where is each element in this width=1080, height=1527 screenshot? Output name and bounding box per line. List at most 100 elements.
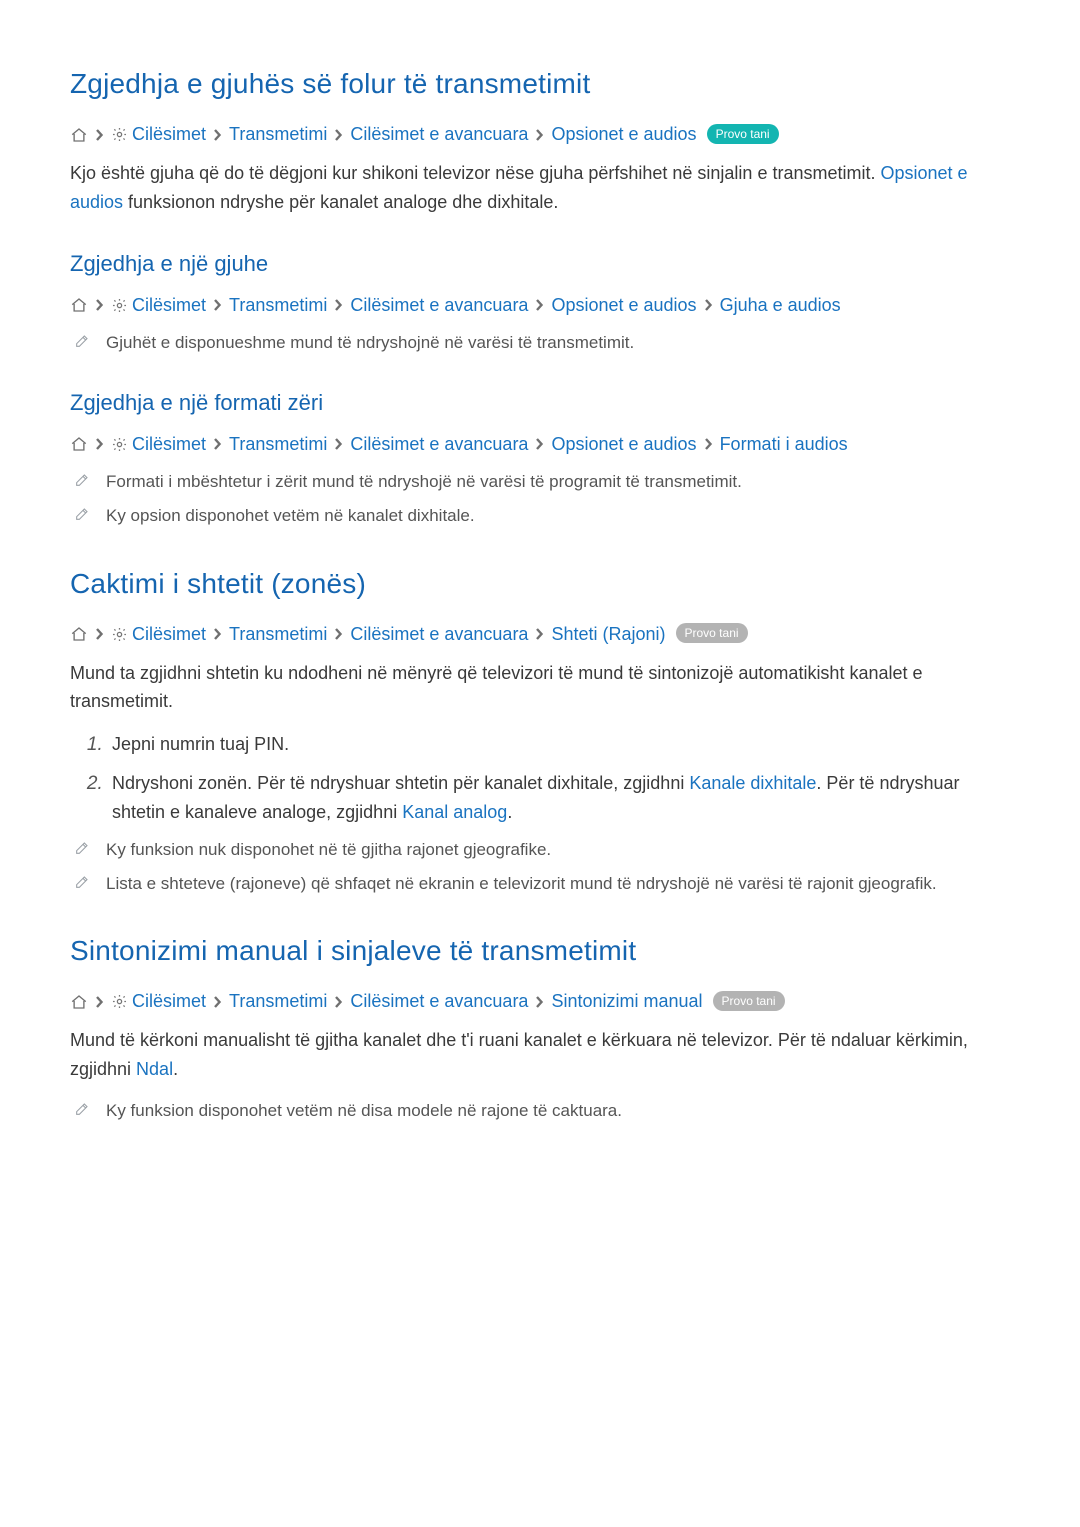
chevron-right-icon: [212, 297, 223, 313]
gear-icon: [111, 297, 128, 314]
breadcrumb-item[interactable]: Transmetimi: [229, 991, 327, 1012]
chevron-right-icon: [333, 994, 344, 1010]
breadcrumb: Cilësimet Transmetimi Cilësimet e avancuar…: [70, 124, 1010, 145]
gear-icon: [111, 436, 128, 453]
breadcrumb-item[interactable]: Cilësimet e avancuara: [350, 124, 528, 145]
note-item: Gjuhët e disponueshme mund të ndryshojnë…: [70, 330, 1010, 356]
note-list: Ky funksion nuk disponohet në të gjitha …: [70, 837, 1010, 898]
breadcrumb: Cilësimet Transmetimi Cilësimet e avancuar…: [70, 624, 1010, 645]
note-item: Ky funksion disponohet vetëm në disa mod…: [70, 1098, 1010, 1124]
chevron-right-icon: [94, 297, 105, 313]
text: Mund ta zgjidhni shtetin ku ndodheni në …: [70, 663, 923, 712]
chevron-right-icon: [333, 297, 344, 313]
chevron-right-icon: [212, 994, 223, 1010]
chevron-right-icon: [534, 436, 545, 452]
chevron-right-icon: [534, 127, 545, 143]
chevron-right-icon: [333, 127, 344, 143]
body-text: Kjo është gjuha që do të dëgjoni kur shi…: [70, 159, 1010, 217]
note-text: Ky funksion disponohet vetëm në disa mod…: [106, 1101, 622, 1120]
breadcrumb: Cilësimet Transmetimi Cilësimet e avancuar…: [70, 991, 1010, 1012]
note-text: Lista e shteteve (rajoneve) që shfaqet n…: [106, 874, 937, 893]
section: Caktimi i shtetit (zonës) Cilësimet Transm…: [70, 568, 1010, 898]
text: Jepni numrin tuaj PIN.: [112, 734, 289, 754]
chevron-right-icon: [94, 994, 105, 1010]
gear-icon: [111, 993, 128, 1010]
body-text: Mund të kërkoni manualisht të gjitha kan…: [70, 1026, 1010, 1084]
steps-list: Jepni numrin tuaj PIN.Ndryshoni zonën. P…: [70, 730, 1010, 826]
breadcrumb-item[interactable]: Cilësimet: [132, 434, 206, 455]
inline-link[interactable]: Ndal: [136, 1059, 173, 1079]
gear-icon: [111, 626, 128, 643]
text: .: [173, 1059, 178, 1079]
gear-icon: [111, 126, 128, 143]
breadcrumb-item[interactable]: Shteti (Rajoni): [551, 624, 665, 645]
note-list: Ky funksion disponohet vetëm në disa mod…: [70, 1098, 1010, 1124]
section-title: Zgjedhja e gjuhës së folur të transmetim…: [70, 68, 1010, 100]
inline-link[interactable]: Kanal analog: [402, 802, 507, 822]
section-title: Caktimi i shtetit (zonës): [70, 568, 1010, 600]
note-item: Lista e shteteve (rajoneve) që shfaqet n…: [70, 871, 1010, 897]
chevron-right-icon: [703, 436, 714, 452]
note-text: Ky funksion nuk disponohet në të gjitha …: [106, 840, 551, 859]
breadcrumb-item[interactable]: Gjuha e audios: [720, 295, 841, 316]
inline-link[interactable]: Kanale dixhitale: [689, 773, 816, 793]
home-icon: [70, 296, 88, 314]
chevron-right-icon: [534, 297, 545, 313]
chevron-right-icon: [212, 626, 223, 642]
text: Kjo është gjuha që do të dëgjoni kur shi…: [70, 163, 880, 183]
chevron-right-icon: [94, 436, 105, 452]
note-item: Ky funksion nuk disponohet në të gjitha …: [70, 837, 1010, 863]
home-icon: [70, 993, 88, 1011]
breadcrumb-item[interactable]: Cilësimet: [132, 295, 206, 316]
text: Mund të kërkoni manualisht të gjitha kan…: [70, 1030, 968, 1079]
note-item: Formati i mbështetur i zërit mund të ndr…: [70, 469, 1010, 495]
home-icon: [70, 625, 88, 643]
note-text: Formati i mbështetur i zërit mund të ndr…: [106, 472, 742, 491]
breadcrumb-item[interactable]: Cilësimet e avancuara: [350, 295, 528, 316]
breadcrumb-item[interactable]: Transmetimi: [229, 434, 327, 455]
chevron-right-icon: [94, 626, 105, 642]
text: .: [507, 802, 512, 822]
chevron-right-icon: [534, 994, 545, 1010]
breadcrumb-item[interactable]: Cilësimet: [132, 124, 206, 145]
breadcrumb-item[interactable]: Opsionet e audios: [551, 124, 696, 145]
breadcrumb-item[interactable]: Sintonizimi manual: [551, 991, 702, 1012]
chevron-right-icon: [703, 297, 714, 313]
section: Sintonizimi manual i sinjaleve të transm…: [70, 935, 1010, 1124]
chevron-right-icon: [212, 436, 223, 452]
breadcrumb-item[interactable]: Transmetimi: [229, 624, 327, 645]
note-list: Gjuhët e disponueshme mund të ndryshojnë…: [70, 330, 1010, 356]
step-item: Jepni numrin tuaj PIN.: [108, 730, 1010, 759]
chevron-right-icon: [534, 626, 545, 642]
breadcrumb: Cilësimet Transmetimi Cilësimet e avancuar…: [70, 434, 1010, 455]
breadcrumb-item[interactable]: Cilësimet e avancuara: [350, 991, 528, 1012]
note-text: Ky opsion disponohet vetëm në kanalet di…: [106, 506, 475, 525]
text: funksionon ndryshe për kanalet analoge d…: [123, 192, 558, 212]
chevron-right-icon: [212, 127, 223, 143]
breadcrumb-item[interactable]: Cilësimet: [132, 991, 206, 1012]
try-now-pill[interactable]: Provo tani: [676, 623, 748, 643]
home-icon: [70, 126, 88, 144]
subsection-title: Zgjedhja e një formati zëri: [70, 390, 1010, 416]
breadcrumb-item[interactable]: Cilësimet e avancuara: [350, 624, 528, 645]
breadcrumb-item[interactable]: Transmetimi: [229, 295, 327, 316]
breadcrumb-item[interactable]: Opsionet e audios: [551, 434, 696, 455]
chevron-right-icon: [94, 127, 105, 143]
subsection-title: Zgjedhja e një gjuhe: [70, 251, 1010, 277]
note-list: Formati i mbështetur i zërit mund të ndr…: [70, 469, 1010, 530]
section-title: Sintonizimi manual i sinjaleve të transm…: [70, 935, 1010, 967]
breadcrumb-item[interactable]: Formati i audios: [720, 434, 848, 455]
home-icon: [70, 435, 88, 453]
section: Zgjedhja e gjuhës së folur të transmetim…: [70, 68, 1010, 530]
try-now-pill[interactable]: Provo tani: [713, 991, 785, 1011]
try-now-pill[interactable]: Provo tani: [707, 124, 779, 144]
breadcrumb-item[interactable]: Cilësimet e avancuara: [350, 434, 528, 455]
breadcrumb-item[interactable]: Cilësimet: [132, 624, 206, 645]
breadcrumb-item[interactable]: Transmetimi: [229, 124, 327, 145]
body-text: Mund ta zgjidhni shtetin ku ndodheni në …: [70, 659, 1010, 717]
note-item: Ky opsion disponohet vetëm në kanalet di…: [70, 503, 1010, 529]
note-text: Gjuhët e disponueshme mund të ndryshojnë…: [106, 333, 634, 352]
breadcrumb-item[interactable]: Opsionet e audios: [551, 295, 696, 316]
breadcrumb: Cilësimet Transmetimi Cilësimet e avancuar…: [70, 295, 1010, 316]
chevron-right-icon: [333, 626, 344, 642]
